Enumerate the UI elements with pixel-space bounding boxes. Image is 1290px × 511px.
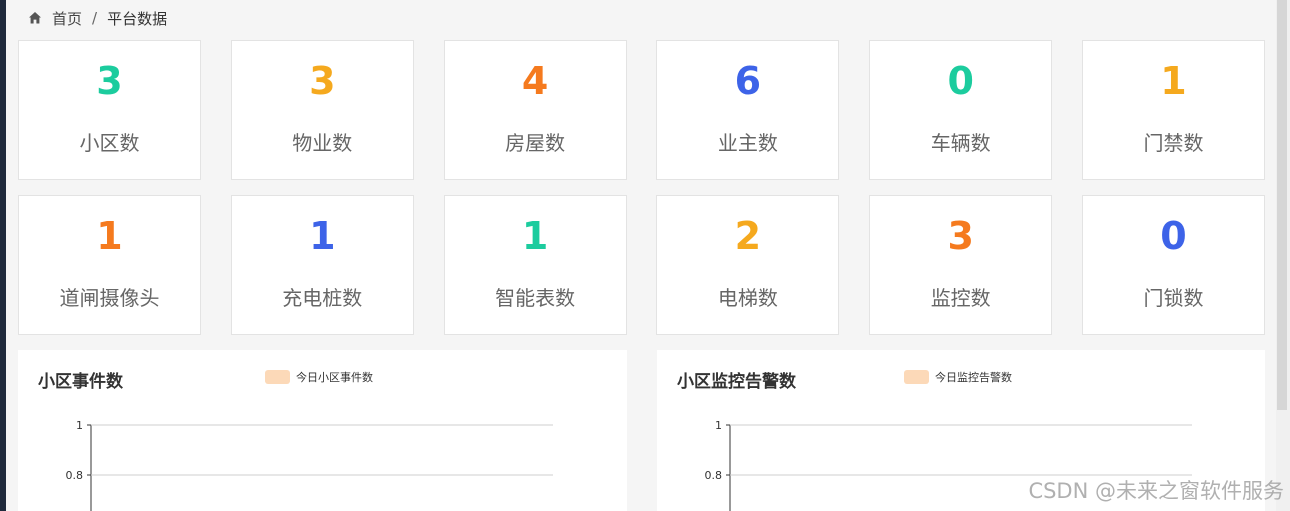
stat-label: 业主数	[717, 131, 778, 155]
stat-value: 4	[521, 59, 549, 103]
stat-card-community: 3 小区数	[18, 40, 201, 180]
stat-label: 监控数	[930, 286, 991, 310]
stat-label: 智能表数	[495, 286, 576, 310]
community-events-panel: 小区事件数 今日小区事件数 1 0.8	[18, 350, 627, 511]
stat-card-vehicle: 0 车辆数	[869, 40, 1053, 180]
page-scrollbar[interactable]	[1276, 0, 1290, 511]
stat-card-elevator: 2 电梯数	[656, 195, 840, 335]
stat-label: 道闸摄像头	[59, 286, 160, 310]
breadcrumb-current: 平台数据	[107, 9, 168, 28]
stats-grid: 3 小区数 3 物业数 4 房屋数 6 业主数 0 车辆数 1 门禁数 1 道闸…	[18, 40, 1265, 335]
stat-value: 3	[96, 59, 123, 103]
stat-label: 房屋数	[505, 131, 566, 155]
stat-label: 车辆数	[930, 131, 991, 155]
stat-label: 门锁数	[1143, 286, 1204, 310]
breadcrumb-separator: /	[92, 9, 98, 27]
stat-card-door-lock: 0 门锁数	[1081, 195, 1265, 335]
stat-card-monitor: 3 监控数	[869, 195, 1053, 335]
stat-label: 物业数	[292, 131, 353, 155]
stat-value: 0	[1160, 214, 1187, 258]
breadcrumb: 首页 / 平台数据	[28, 8, 167, 28]
y-tick-label: 1	[76, 419, 83, 432]
stat-card-house: 4 房屋数	[443, 40, 627, 180]
stat-card-gate-camera: 1 道闸摄像头	[18, 195, 201, 335]
stat-value: 6	[734, 59, 762, 103]
y-tick-label: 0.8	[705, 469, 723, 482]
stat-value: 0	[947, 59, 974, 103]
stat-value: 1	[96, 214, 123, 258]
community-events-chart: 10.8	[66, 419, 553, 511]
stat-label: 电梯数	[717, 286, 778, 310]
stat-value: 2	[734, 214, 762, 258]
stat-label: 门禁数	[1143, 131, 1204, 155]
y-tick-label: 1	[715, 419, 722, 432]
home-icon[interactable]	[28, 11, 42, 25]
stat-label: 充电桩数	[282, 286, 363, 310]
stat-label: 小区数	[79, 131, 140, 155]
stat-value: 1	[521, 214, 549, 258]
scrollbar-thumb[interactable]	[1277, 0, 1287, 410]
y-tick-label: 0.8	[66, 469, 84, 482]
watermark: CSDN @未来之窗软件服务	[1028, 479, 1284, 503]
stat-card-smart-meter: 1 智能表数	[443, 195, 627, 335]
stat-card-charging-pile: 1 充电桩数	[230, 195, 414, 335]
stat-value: 3	[309, 59, 336, 103]
stat-card-property: 3 物业数	[230, 40, 414, 180]
sidebar-edge	[0, 0, 6, 511]
stat-card-access-control: 1 门禁数	[1081, 40, 1265, 180]
stat-value: 3	[947, 214, 974, 258]
breadcrumb-home-link[interactable]: 首页	[52, 8, 82, 29]
stat-value: 1	[309, 214, 336, 258]
stat-value: 1	[1160, 59, 1187, 103]
stat-card-owner: 6 业主数	[656, 40, 840, 180]
